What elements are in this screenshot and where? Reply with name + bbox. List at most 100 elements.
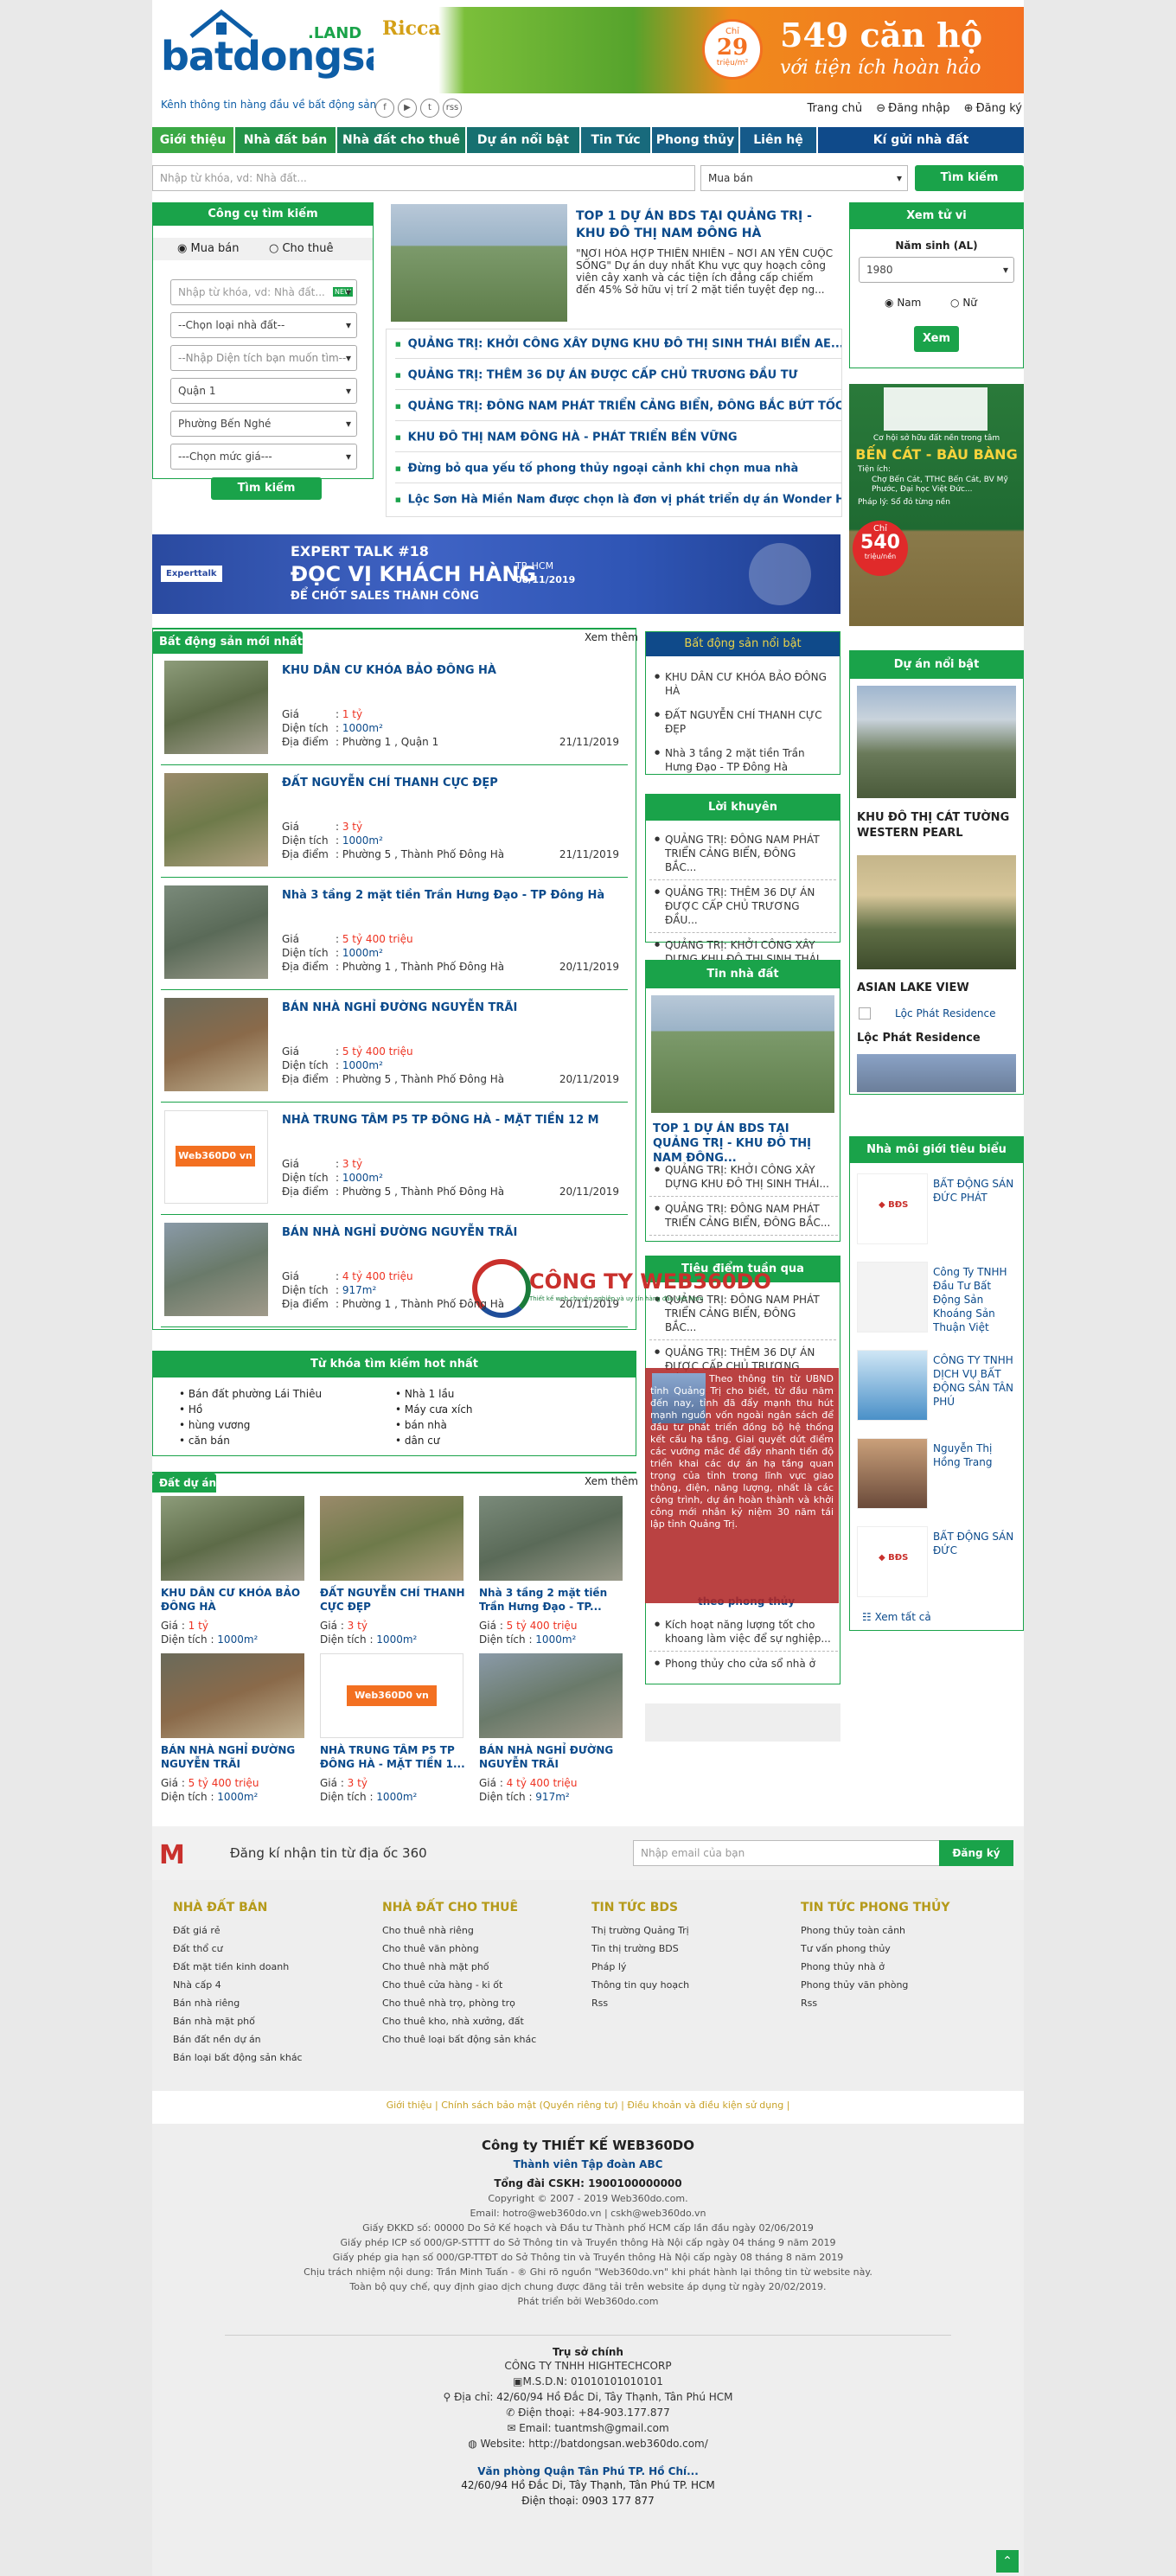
footer-link[interactable]: Đất giá rẻ — [173, 1921, 372, 1940]
broker-avatar[interactable]: ◆ BĐS — [857, 1173, 928, 1244]
land-news-image[interactable] — [651, 995, 834, 1113]
list-item[interactable]: Nhà 3 tầng 2 mặt tiền Trần Hưng Đạo - TP… — [649, 741, 836, 779]
search-type-select[interactable]: Mua bán ▾ — [700, 165, 908, 191]
footer-link[interactable]: Pháp lý — [591, 1958, 790, 1976]
list-item[interactable]: KHU DÂN CƯ KHÓA BẢO ĐÔNG HÀ — [649, 665, 836, 703]
nav-du-an-noi-bat[interactable]: Dự án nổi bật — [467, 127, 581, 153]
twitter-icon[interactable]: t — [420, 99, 439, 118]
featured-title[interactable]: TOP 1 DỰ ÁN BDS TẠI QUẢNG TRỊ - KHU ĐÔ T… — [576, 208, 835, 242]
broker-name[interactable]: CÔNG TY TNHH DỊCH VỤ BẤT ĐỘNG SẢN TÂN PH… — [933, 1353, 1019, 1422]
broker-name[interactable]: BẤT ĐỘNG SẢN ĐỨC PHÁT — [933, 1177, 1019, 1246]
brokers-more-link[interactable]: ☷ Xem tất cả — [862, 1611, 931, 1623]
nav-gioi-thieu[interactable]: Giới thiệu — [152, 127, 235, 153]
footer-link[interactable]: Bán loại bất động sản khác — [173, 2049, 372, 2067]
listing-image[interactable] — [164, 1223, 268, 1316]
list-item[interactable]: QUẢNG TRỊ: KHỞI CÔNG XÂY DỰNG KHU ĐÔ THỊ… — [649, 1158, 838, 1197]
tab-cho-thue[interactable]: ○ Cho thuê — [269, 242, 333, 255]
footer-link[interactable]: Giới thiệu — [387, 2100, 432, 2111]
listing-title[interactable]: ĐẤT NGUYỄN CHÍ THANH CỰC ĐẸP — [282, 777, 628, 789]
project-image[interactable] — [857, 686, 1016, 798]
footer-link[interactable]: Bán nhà mặt phố — [173, 2012, 372, 2030]
area-input[interactable]: --Nhập Diện tích bạn muốn tìm-- — [170, 345, 357, 371]
listing-image[interactable]: Web360D0 vn — [164, 1110, 268, 1204]
expert-talk-banner[interactable]: Experttalk EXPERT TALK #18 ĐỌC VỊ KHÁCH … — [152, 534, 840, 614]
keyword-link[interactable]: • Hồ — [179, 1402, 322, 1417]
list-item[interactable]: Phong thủy cho cửa sổ nhà ở — [649, 1652, 838, 1676]
project-title[interactable]: BÁN NHÀ NGHỈ ĐƯỜNG NGUYỄN TRÃI — [161, 1743, 306, 1771]
ward-select[interactable]: Phường Bến Nghé — [170, 411, 357, 437]
footer-link[interactable]: Rss — [801, 1994, 1000, 2012]
project-checkbox[interactable] — [859, 1007, 871, 1020]
project-name[interactable]: KHU ĐÔ THỊ CÁT TƯỜNG WESTERN PEARL — [857, 810, 1021, 841]
footer-link[interactable]: Phong thủy toàn cảnh — [801, 1921, 1000, 1940]
footer-link[interactable]: Đất thổ cư — [173, 1940, 372, 1958]
list-item[interactable]: QUẢNG TRỊ: ĐÔNG NAM PHÁT TRIỂN CẢNG BIỂN… — [649, 828, 836, 880]
facebook-icon[interactable]: f — [375, 99, 394, 118]
top-banner[interactable]: Ricca Chỉ 29 triệu/m² 549 căn hộ với tiệ… — [374, 7, 1024, 93]
scroll-top-button[interactable]: ⌃ — [996, 2550, 1019, 2573]
footer-link[interactable]: Rss — [591, 1994, 790, 2012]
list-item[interactable]: ĐẤT NGUYỄN CHÍ THANH CỰC ĐẸP — [649, 703, 836, 741]
nav-nha-dat-ban[interactable]: Nhà đất bán — [235, 127, 337, 153]
footer-link[interactable]: Cho thuê kho, nhà xưởng, đất — [382, 2012, 581, 2030]
project-title[interactable]: KHU DÂN CƯ KHÓA BẢO ĐÔNG HÀ — [161, 1586, 306, 1614]
broker-avatar[interactable] — [857, 1262, 928, 1333]
news-link[interactable]: Lộc Sơn Hà Miền Nam được chọn là đơn vị … — [395, 485, 841, 515]
footer-link[interactable]: Cho thuê nhà riêng — [382, 1921, 581, 1940]
listing-image[interactable] — [164, 885, 268, 979]
project-title[interactable]: ĐẤT NGUYỄN CHÍ THANH CỰC ĐẸP — [320, 1586, 465, 1614]
footer-link[interactable]: Cho thuê cửa hàng - ki ốt — [382, 1976, 581, 1994]
newsletter-email-input[interactable]: Nhập email của bạn — [633, 1840, 941, 1866]
gender-female[interactable]: ○ Nữ — [950, 297, 977, 309]
project-title[interactable]: NHÀ TRUNG TÂM P5 TP ĐÔNG HÀ - MẶT TIỀN 1… — [320, 1743, 465, 1771]
footer-link[interactable]: Tin thị trường BDS — [591, 1940, 790, 1958]
search-button[interactable]: Tìm kiếm — [915, 165, 1024, 191]
project-image[interactable] — [161, 1496, 304, 1581]
latest-more-link[interactable]: Xem thêm — [585, 631, 638, 643]
broker-avatar[interactable]: ◆ BĐS — [857, 1526, 928, 1597]
nav-lien-he[interactable]: Liên hệ — [740, 127, 818, 153]
keyword-link[interactable]: • Bán đất phường Lái Thiêu — [179, 1386, 322, 1402]
footer-link[interactable]: Bán đất nền dự án — [173, 2030, 372, 2049]
broker-avatar[interactable] — [857, 1438, 928, 1509]
keyword-link[interactable]: • Máy cưa xích — [395, 1402, 473, 1417]
news-link[interactable]: QUẢNG TRỊ: THÊM 36 DỰ ÁN ĐƯỢC CẤP CHỦ TR… — [395, 361, 841, 390]
property-type-select[interactable]: --Chọn loại nhà đất-- — [170, 312, 357, 338]
project-image[interactable] — [857, 1054, 1016, 1092]
keyword-link[interactable]: • Nhà 1 lầu — [395, 1386, 473, 1402]
footer-link[interactable]: Thị trường Quảng Trị — [591, 1921, 790, 1940]
news-link[interactable]: QUẢNG TRỊ: ĐÔNG NAM PHÁT TRIỂN CẢNG BIỂN… — [395, 392, 841, 421]
nav-nha-dat-cho-thue[interactable]: Nhà đất cho thuê — [337, 127, 467, 153]
listing-image[interactable] — [164, 661, 268, 754]
listing-title[interactable]: BÁN NHÀ NGHỈ ĐƯỜNG NGUYỄN TRÃI — [282, 1226, 628, 1239]
footer-link[interactable]: Đất mặt tiền kinh doanh — [173, 1958, 372, 1976]
listing-title[interactable]: Nhà 3 tầng 2 mặt tiền Trần Hưng Đạo - TP… — [282, 889, 628, 902]
newsletter-submit-button[interactable]: Đăng ký — [939, 1840, 1013, 1866]
project-link[interactable]: Lộc Phát Residence — [895, 1007, 996, 1020]
list-item[interactable]: QUẢNG TRỊ: ĐÔNG NAM PHÁT TRIỂN CẢNG BIỂN… — [649, 1197, 838, 1236]
youtube-icon[interactable]: ▶ — [398, 99, 417, 118]
listing-image[interactable] — [164, 998, 268, 1091]
news-link[interactable]: QUẢNG TRỊ: KHỞI CÔNG XÂY DỰNG KHU ĐÔ THỊ… — [395, 329, 841, 359]
list-item[interactable]: Kích hoạt năng lượng tốt cho khoang làm … — [649, 1613, 838, 1652]
footer-link[interactable]: Phong thủy nhà ở — [801, 1958, 1000, 1976]
nav-ki-gui[interactable]: Kí gửi nhà đất — [818, 127, 1024, 153]
listing-title[interactable]: KHU DÂN CƯ KHÓA BẢO ĐÔNG HÀ — [282, 664, 628, 677]
rss-icon[interactable]: rss — [443, 99, 462, 118]
register-link[interactable]: Đăng ký — [976, 102, 1022, 115]
project-more-link[interactable]: Xem thêm — [585, 1475, 638, 1487]
listing-title[interactable]: BÁN NHÀ NGHỈ ĐƯỜNG NGUYỄN TRÃI — [282, 1001, 628, 1014]
news-link[interactable]: KHU ĐÔ THỊ NAM ĐÔNG HÀ - PHÁT TRIỂN BỀN … — [395, 423, 841, 452]
footer-link[interactable]: Thông tin quy hoạch — [591, 1976, 790, 1994]
horoscope-button[interactable]: Xem — [914, 326, 959, 352]
footer-link[interactable]: Cho thuê nhà mặt phố — [382, 1958, 581, 1976]
tab-mua-ban[interactable]: ◉ Mua bán — [177, 242, 240, 255]
login-link[interactable]: Đăng nhập — [888, 102, 949, 115]
search-input[interactable]: Nhập từ khóa, vd: Nhà đất... — [152, 165, 695, 191]
broker-name[interactable]: Công Ty TNHH Đầu Tư Bất Động Sản Khoáng … — [933, 1265, 1019, 1334]
footer-link[interactable]: Chính sách bảo mật (Quyền riêng tư) — [441, 2100, 617, 2111]
project-name[interactable]: Lộc Phát Residence — [857, 1032, 981, 1045]
project-image[interactable] — [320, 1496, 463, 1581]
keyword-link[interactable]: • căn bán — [179, 1433, 322, 1448]
keyword-link[interactable]: • dân cư — [395, 1433, 473, 1448]
